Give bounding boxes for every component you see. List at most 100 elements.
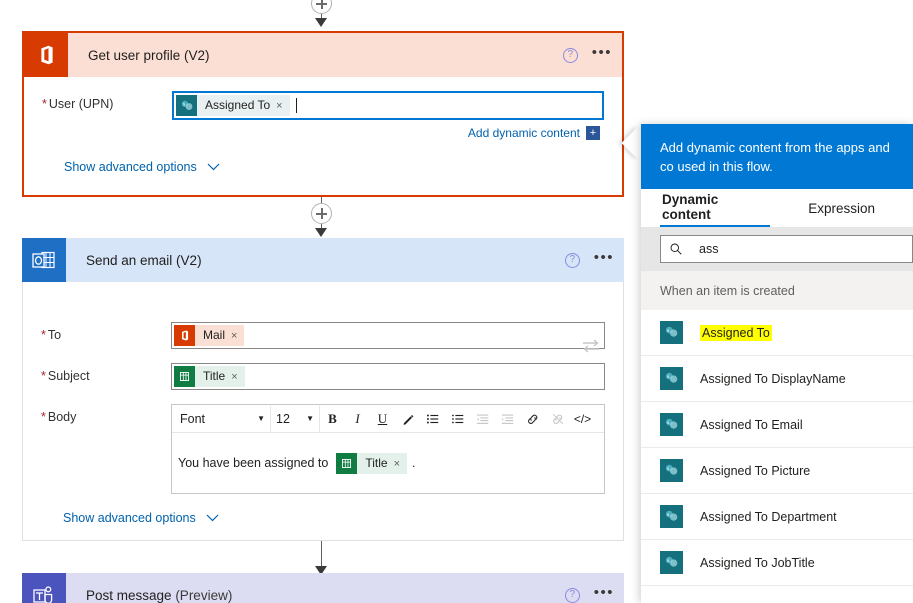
list-item[interactable]: s Assigned To DisplayName [641, 356, 913, 402]
text-caret [295, 98, 297, 113]
token-label: Mail [195, 325, 232, 346]
card-header[interactable]: Send an email (V2) ? ••• [22, 238, 624, 282]
flyout-header-text: Add dynamic content from the apps and co… [641, 124, 913, 189]
help-icon[interactable]: ? [564, 252, 580, 268]
font-size-dropdown[interactable]: 12 ▼ [271, 405, 320, 432]
add-dynamic-content-link[interactable]: Add dynamic content [468, 126, 580, 140]
swap-arrows-icon[interactable] [577, 332, 605, 360]
dynamic-content-flyout: Add dynamic content from the apps and co… [641, 124, 913, 603]
text-color-icon[interactable] [395, 406, 420, 432]
dynamic-token-mail[interactable]: Mail × [174, 325, 245, 346]
numbered-list-icon[interactable] [445, 406, 470, 432]
sharepoint-icon: s [660, 367, 683, 390]
dynamic-token-title[interactable]: Title × [174, 366, 245, 387]
token-remove-icon[interactable]: × [231, 325, 245, 346]
body-content[interactable]: You have been assigned to Title × . [172, 433, 604, 493]
token-remove-icon[interactable]: × [231, 366, 245, 387]
action-card-post-message[interactable]: Post message (Preview) ? ••• [22, 573, 624, 603]
dynamic-content-search-input[interactable]: ass [660, 235, 913, 263]
sharepoint-icon: s [660, 551, 683, 574]
code-view-icon[interactable]: </> [570, 406, 595, 432]
sharepoint-icon: s [660, 321, 683, 344]
body-text: You have been assigned to [178, 456, 329, 470]
bulleted-list-icon[interactable] [420, 406, 445, 432]
list-item[interactable]: s Assigned To [641, 310, 913, 356]
sharepoint-list-icon [336, 452, 358, 474]
card-body: * User (UPN) s Assigned To × Add dynamic… [24, 91, 622, 174]
action-card-send-an-email[interactable]: Send an email (V2) ? ••• * To Mail × * S… [22, 238, 624, 541]
rte-toolbar: Font ▼ 12 ▼ B I U </> [172, 405, 604, 433]
font-family-dropdown[interactable]: Font ▼ [172, 405, 271, 432]
list-item[interactable]: s Assigned To Department [641, 494, 913, 540]
more-menu-icon[interactable]: ••• [592, 45, 612, 65]
field-subject: * Subject Title × [41, 363, 605, 390]
italic-icon[interactable]: I [345, 406, 370, 432]
tab-dynamic-content[interactable]: Dynamic content [660, 189, 771, 227]
card-title-main: Post message [86, 587, 172, 603]
subject-input[interactable]: Title × [171, 363, 605, 390]
chevron-down-icon[interactable] [206, 514, 219, 522]
font-size-value: 12 [276, 411, 290, 426]
decrease-indent-icon[interactable] [470, 406, 495, 432]
list-item-label: Assigned To Email [700, 417, 803, 432]
tab-label: Dynamic content [662, 192, 719, 222]
more-menu-icon[interactable]: ••• [594, 585, 614, 603]
flow-designer-canvas: Get user profile (V2) ? ••• *User (UPN) [0, 0, 913, 603]
help-icon[interactable]: ? [562, 47, 578, 63]
add-step-plus-middle[interactable] [311, 203, 332, 224]
field-label: * Subject [41, 363, 171, 383]
dynamic-token-assigned-to[interactable]: s Assigned To × [176, 95, 290, 116]
show-advanced-options-row-1[interactable]: Show advanced options [64, 160, 604, 174]
help-icon[interactable]: ? [564, 587, 580, 603]
outlook-icon [22, 238, 66, 282]
card-title: Post message (Preview) [86, 588, 232, 603]
body-rich-text-editor[interactable]: Font ▼ 12 ▼ B I U </> You have been assi… [171, 404, 605, 494]
list-item[interactable]: s Assigned To Email [641, 402, 913, 448]
field-label-text: Body [47, 410, 77, 424]
show-advanced-options-label[interactable]: Show advanced options [64, 160, 197, 174]
field-label: * To [41, 322, 171, 342]
remove-link-icon[interactable] [545, 406, 570, 432]
card-body: * To Mail × * Subject Title × * Body Fon… [23, 322, 623, 525]
show-advanced-options-row-2[interactable]: Show advanced options [63, 511, 605, 525]
card-header[interactable]: Post message (Preview) ? ••• [22, 573, 624, 603]
body-text-suffix: . [412, 456, 416, 470]
list-item-label: Assigned To Department [700, 509, 837, 524]
required-marker: * [41, 369, 46, 383]
sharepoint-icon: s [660, 505, 683, 528]
tab-expression[interactable]: Expression [806, 189, 877, 227]
sharepoint-list-icon [174, 366, 195, 387]
dynamic-token-title-body[interactable]: Title × [336, 452, 408, 474]
list-item[interactable]: s Assigned To JobTitle [641, 540, 913, 586]
list-item[interactable]: s Assigned To Picture [641, 448, 913, 494]
list-item-label: Assigned To [700, 324, 772, 341]
add-dynamic-content-row[interactable]: Add dynamic content + [42, 126, 602, 140]
show-advanced-options-label[interactable]: Show advanced options [63, 511, 196, 525]
card-header-actions: ? ••• [562, 33, 612, 77]
more-menu-icon[interactable]: ••• [594, 250, 614, 270]
field-label-text: Subject [47, 369, 90, 383]
to-input[interactable]: Mail × [171, 322, 605, 349]
required-marker: * [41, 410, 46, 424]
field-label: * Body [41, 404, 171, 424]
chevron-down-icon[interactable] [207, 163, 220, 171]
tab-label: Expression [808, 200, 875, 216]
increase-indent-icon[interactable] [495, 406, 520, 432]
flyout-search-wrap: ass [641, 227, 913, 271]
list-item-label: Assigned To DisplayName [700, 371, 846, 386]
bold-icon[interactable]: B [320, 406, 345, 432]
card-header-actions: ? ••• [564, 238, 614, 282]
underline-icon[interactable]: U [370, 406, 395, 432]
token-remove-icon[interactable]: × [393, 452, 408, 474]
dynamic-content-list: s Assigned To s Assigned To DisplayName [641, 310, 913, 586]
token-remove-icon[interactable]: × [276, 95, 290, 116]
card-header[interactable]: Get user profile (V2) ? ••• [24, 33, 622, 77]
office365-users-icon [24, 33, 68, 77]
insert-link-icon[interactable] [520, 406, 545, 432]
add-dynamic-content-plus-icon[interactable]: + [586, 126, 600, 140]
token-label: Title [357, 452, 394, 474]
add-step-plus-top[interactable] [311, 0, 332, 14]
user-upn-input[interactable]: s Assigned To × [172, 91, 604, 120]
teams-icon [22, 573, 66, 603]
action-card-get-user-profile[interactable]: Get user profile (V2) ? ••• *User (UPN) [22, 31, 624, 197]
